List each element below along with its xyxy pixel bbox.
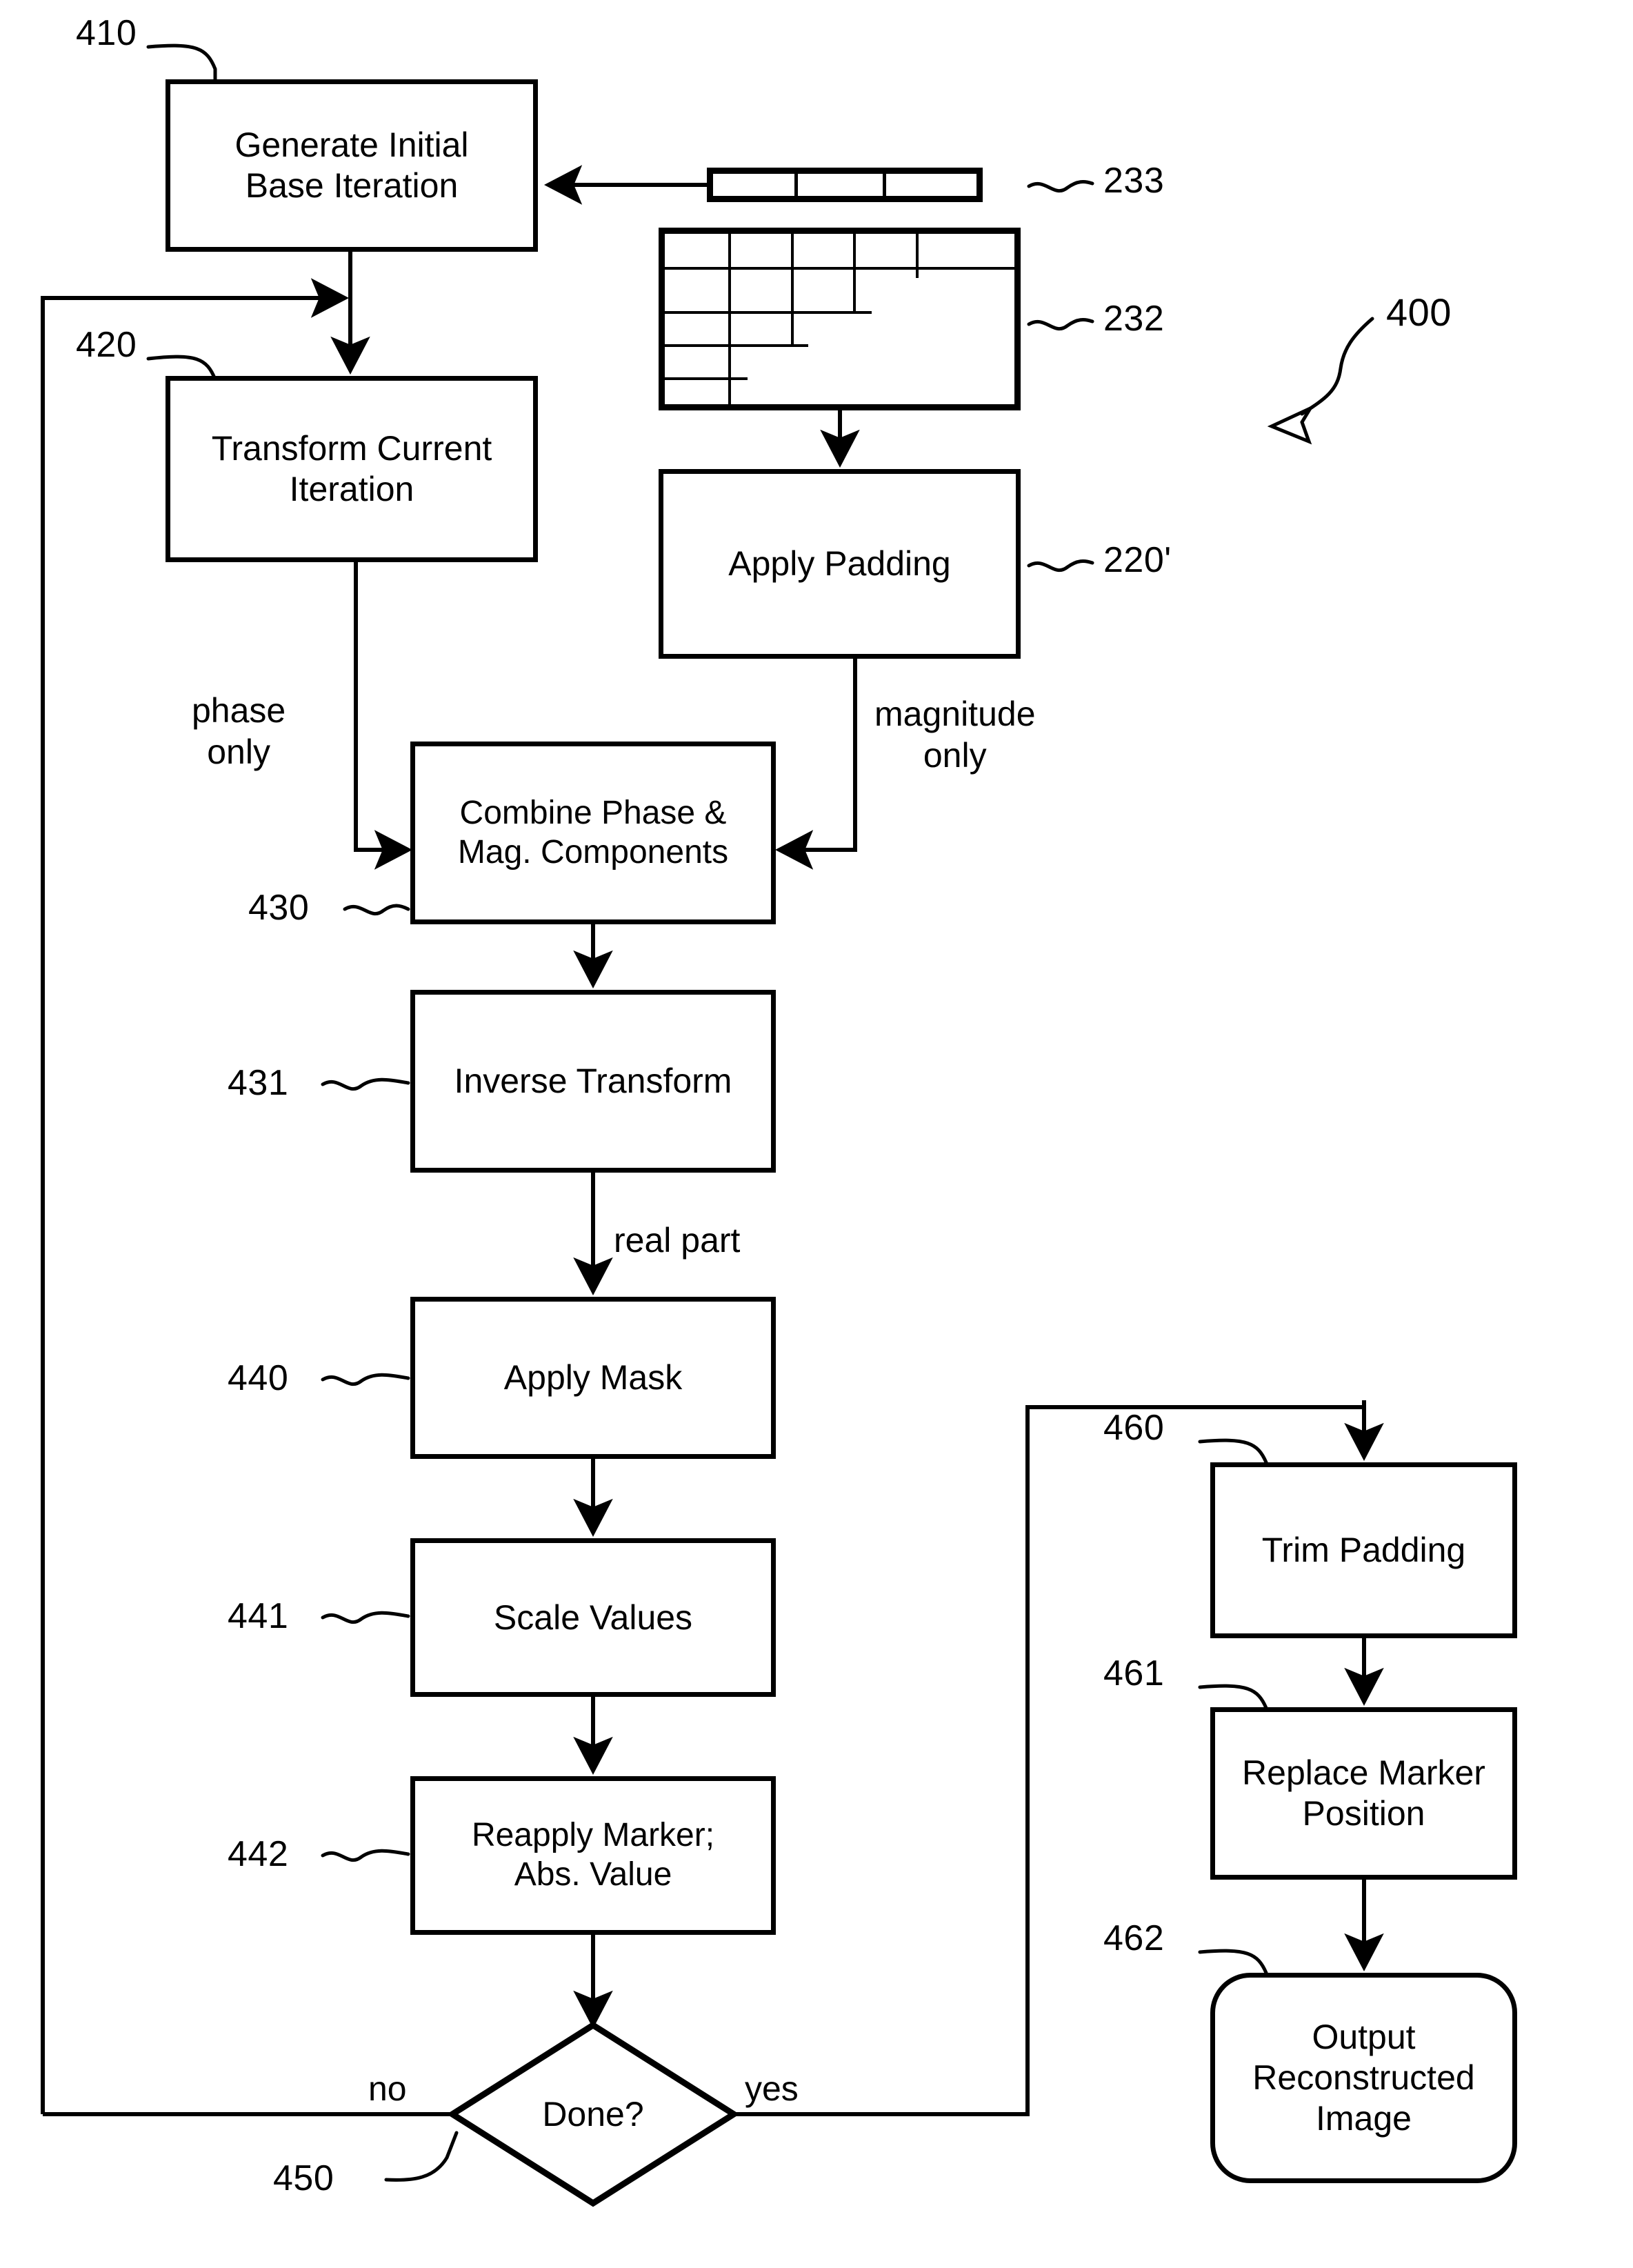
node-reapply-marker-label: Reapply Marker; Abs. Value xyxy=(471,1817,715,1893)
ref-220-prime: 220' xyxy=(1103,540,1172,580)
lead-442 xyxy=(321,1849,410,1862)
node-trim-padding-label: Trim Padding xyxy=(1261,1531,1466,1569)
bar-divider-1 xyxy=(794,174,798,196)
node-generate-initial-label: Generate Initial Base Iteration xyxy=(234,126,469,205)
ref-460: 460 xyxy=(1103,1408,1165,1448)
ref-462: 462 xyxy=(1103,1918,1165,1958)
figure-canvas: 233 232 Generate Initial Base Iteration … xyxy=(0,0,1633,2268)
edge-label-magnitude-only: magnitude only xyxy=(874,695,1036,775)
ref-461: 461 xyxy=(1103,1653,1165,1693)
ref-440: 440 xyxy=(228,1358,289,1398)
ref-233: 233 xyxy=(1103,161,1165,201)
edge-label-yes: yes xyxy=(745,2069,799,2108)
node-apply-mask[interactable]: Apply Mask xyxy=(410,1297,776,1459)
data-bar-233 xyxy=(707,168,983,202)
node-scale-values[interactable]: Scale Values xyxy=(410,1538,776,1697)
bar-divider-2 xyxy=(883,174,886,196)
lead-233 xyxy=(1027,180,1094,193)
lead-410 xyxy=(146,43,217,83)
ref-232: 232 xyxy=(1103,299,1165,339)
ref-431: 431 xyxy=(228,1063,289,1103)
node-transform-current[interactable]: Transform Current Iteration xyxy=(166,376,538,562)
lead-232 xyxy=(1027,318,1094,331)
ref-442: 442 xyxy=(228,1834,289,1874)
grid-hline-3 xyxy=(665,344,808,347)
node-combine-phase-mag[interactable]: Combine Phase & Mag. Components xyxy=(410,742,776,924)
grid-vline-3 xyxy=(853,234,856,311)
node-apply-mask-label: Apply Mask xyxy=(503,1358,683,1397)
grid-vline-4 xyxy=(916,234,919,278)
grid-vline-2 xyxy=(791,234,794,344)
grid-hline-2 xyxy=(665,311,872,314)
ref-400-figure: 400 xyxy=(1386,290,1452,334)
node-transform-current-label: Transform Current Iteration xyxy=(211,429,492,508)
data-grid-232 xyxy=(659,228,1021,410)
node-apply-padding-label: Apply Padding xyxy=(728,544,951,583)
node-output-image[interactable]: Output Reconstructed Image xyxy=(1210,1973,1517,2183)
node-generate-initial[interactable]: Generate Initial Base Iteration xyxy=(166,79,538,252)
grid-vline-1 xyxy=(728,234,731,405)
edge-label-phase-only: phase only xyxy=(192,691,286,771)
ref-441: 441 xyxy=(228,1596,289,1636)
ref-410: 410 xyxy=(76,13,137,53)
lead-220p xyxy=(1027,559,1094,573)
node-inverse-transform-label: Inverse Transform xyxy=(454,1062,732,1100)
lead-431 xyxy=(321,1077,410,1091)
edge-label-no: no xyxy=(368,2069,407,2108)
grid-hline-1 xyxy=(665,267,1014,270)
lead-441 xyxy=(321,1611,410,1624)
node-replace-marker[interactable]: Replace Marker Position xyxy=(1210,1707,1517,1880)
lead-400 xyxy=(1300,317,1374,416)
node-reapply-marker[interactable]: Reapply Marker; Abs. Value xyxy=(410,1776,776,1935)
node-output-image-label: Output Reconstructed Image xyxy=(1252,2018,1475,2138)
lead-450 xyxy=(384,2131,459,2182)
node-inverse-transform[interactable]: Inverse Transform xyxy=(410,990,776,1173)
ref-450: 450 xyxy=(273,2158,334,2198)
node-scale-values-label: Scale Values xyxy=(493,1598,693,1637)
edge-label-real-part: real part xyxy=(614,1221,741,1260)
node-replace-marker-label: Replace Marker Position xyxy=(1242,1753,1485,1833)
ref-430: 430 xyxy=(248,888,310,928)
node-combine-phase-mag-label: Combine Phase & Mag. Components xyxy=(457,794,729,871)
wire-feedback-rail xyxy=(41,296,337,2114)
node-done-decision[interactable]: Done? xyxy=(448,2021,738,2207)
lead-430 xyxy=(343,904,410,916)
wire-magnitude-only xyxy=(814,659,857,852)
node-apply-padding[interactable]: Apply Padding xyxy=(659,469,1021,659)
lead-440 xyxy=(321,1373,410,1386)
node-done-decision-label: Done? xyxy=(542,2095,644,2133)
wire-phase-only xyxy=(354,562,400,852)
grid-hline-4 xyxy=(665,377,748,380)
node-trim-padding[interactable]: Trim Padding xyxy=(1210,1462,1517,1638)
ref-420: 420 xyxy=(76,325,137,365)
